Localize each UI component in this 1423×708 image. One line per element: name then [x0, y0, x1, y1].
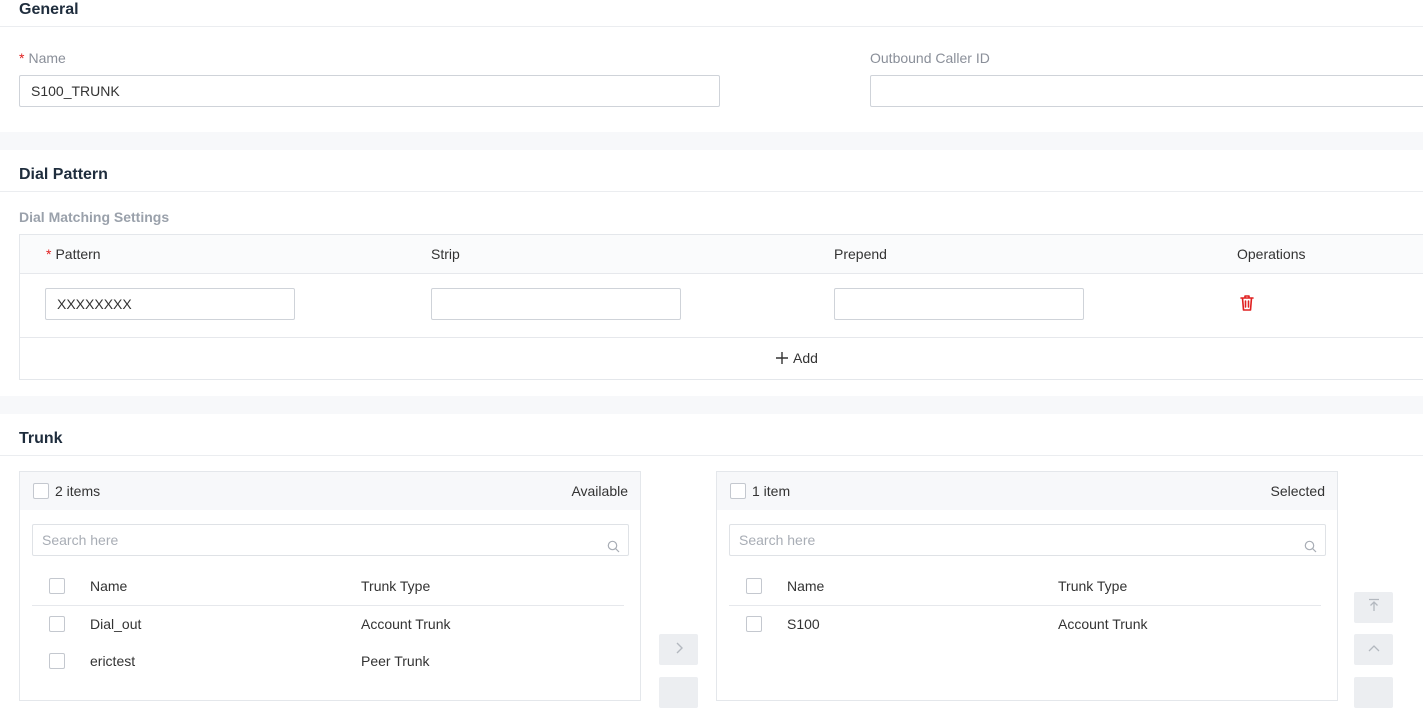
column-header-prepend: Prepend	[834, 246, 887, 262]
trunk-type: Account Trunk	[1058, 616, 1148, 632]
row-divider	[20, 337, 1423, 338]
name-input[interactable]: S100_TRUNK	[19, 75, 720, 107]
chevron-right-icon	[674, 641, 684, 659]
column-header-pattern: * Pattern	[46, 246, 101, 262]
column-header-strip: Strip	[431, 246, 460, 262]
available-header: Available	[571, 483, 628, 499]
search-icon	[1304, 533, 1317, 553]
trunk-type: Peer Trunk	[361, 653, 430, 669]
row-divider	[20, 273, 1423, 274]
available-search-input[interactable]: Search here	[32, 524, 629, 556]
required-mark: *	[46, 246, 52, 262]
available-count: 2 items	[55, 483, 101, 499]
dial-pattern-table: * Pattern Strip Prepend Operations XXXXXX…	[19, 234, 1423, 380]
trunk-type: Account Trunk	[361, 616, 451, 632]
available-panel-header	[20, 472, 640, 510]
prepend-input[interactable]	[834, 288, 1084, 320]
required-mark: *	[19, 50, 25, 66]
name-label-text: Name	[28, 50, 66, 66]
selected-panel-header	[717, 472, 1337, 510]
selected-select-all-checkbox[interactable]	[730, 483, 746, 499]
dial-pattern-table-header	[20, 235, 1423, 273]
available-search-placeholder: Search here	[42, 532, 119, 548]
search-icon	[607, 533, 620, 553]
strip-input[interactable]	[431, 288, 681, 320]
delete-icon[interactable]	[1239, 294, 1255, 312]
selected-transfer-panel: 1 item Selected Search here Name Trunk T…	[716, 471, 1338, 701]
move-right-button[interactable]	[659, 634, 698, 665]
selected-count: 1 item	[752, 483, 791, 499]
row-checkbox[interactable]	[746, 616, 762, 632]
pattern-input[interactable]: XXXXXXXX	[45, 288, 295, 320]
selected-search-input[interactable]: Search here	[729, 524, 1326, 556]
available-column-name: Name	[90, 578, 128, 594]
row-divider	[32, 605, 624, 606]
move-up-button[interactable]	[1354, 634, 1393, 665]
row-checkbox[interactable]	[49, 653, 65, 669]
selected-search-placeholder: Search here	[739, 532, 816, 548]
plus-icon	[775, 351, 789, 365]
divider	[0, 455, 1423, 456]
table-row[interactable]: erictest Peer Trunk	[20, 645, 620, 681]
table-row[interactable]: S100 Account Trunk	[717, 608, 1317, 644]
add-label: Add	[793, 350, 818, 366]
general-section-title: General	[19, 1, 79, 18]
column-header-pattern-text: Pattern	[55, 246, 101, 262]
trunk-name: S100	[787, 616, 820, 632]
selected-column-name: Name	[787, 578, 825, 594]
move-to-top-button[interactable]	[1354, 592, 1393, 623]
trunk-name: erictest	[90, 653, 136, 669]
selected-table-select-all-checkbox[interactable]	[746, 578, 762, 594]
move-down-button[interactable]	[1354, 677, 1393, 708]
trunk-section-title: Trunk	[19, 430, 63, 447]
divider	[0, 191, 1423, 192]
dial-matching-settings-label: Dial Matching Settings	[19, 209, 170, 225]
move-top-icon	[1368, 598, 1380, 617]
section-gap	[0, 132, 1423, 150]
outbound-caller-id-label: Outbound Caller ID	[870, 50, 990, 66]
column-header-operations: Operations	[1237, 246, 1306, 262]
row-divider	[729, 605, 1321, 606]
available-transfer-panel: 2 items Available Search here Name Trunk…	[19, 471, 641, 701]
available-column-trunk-type: Trunk Type	[361, 578, 431, 594]
chevron-up-icon	[1368, 641, 1380, 659]
table-row[interactable]: Dial_out Account Trunk	[20, 608, 620, 644]
add-pattern-button[interactable]: Add	[775, 349, 818, 367]
trunk-name: Dial_out	[90, 616, 142, 632]
divider	[0, 26, 1423, 27]
available-select-all-checkbox[interactable]	[33, 483, 49, 499]
available-table-select-all-checkbox[interactable]	[49, 578, 65, 594]
move-left-button[interactable]	[659, 677, 698, 708]
row-checkbox[interactable]	[49, 616, 65, 632]
selected-column-trunk-type: Trunk Type	[1058, 578, 1128, 594]
selected-header: Selected	[1270, 483, 1325, 499]
section-gap	[0, 396, 1423, 414]
dial-pattern-section-title: Dial Pattern	[19, 166, 108, 183]
name-label: * Name	[19, 50, 66, 66]
outbound-caller-id-input[interactable]	[870, 75, 1423, 107]
